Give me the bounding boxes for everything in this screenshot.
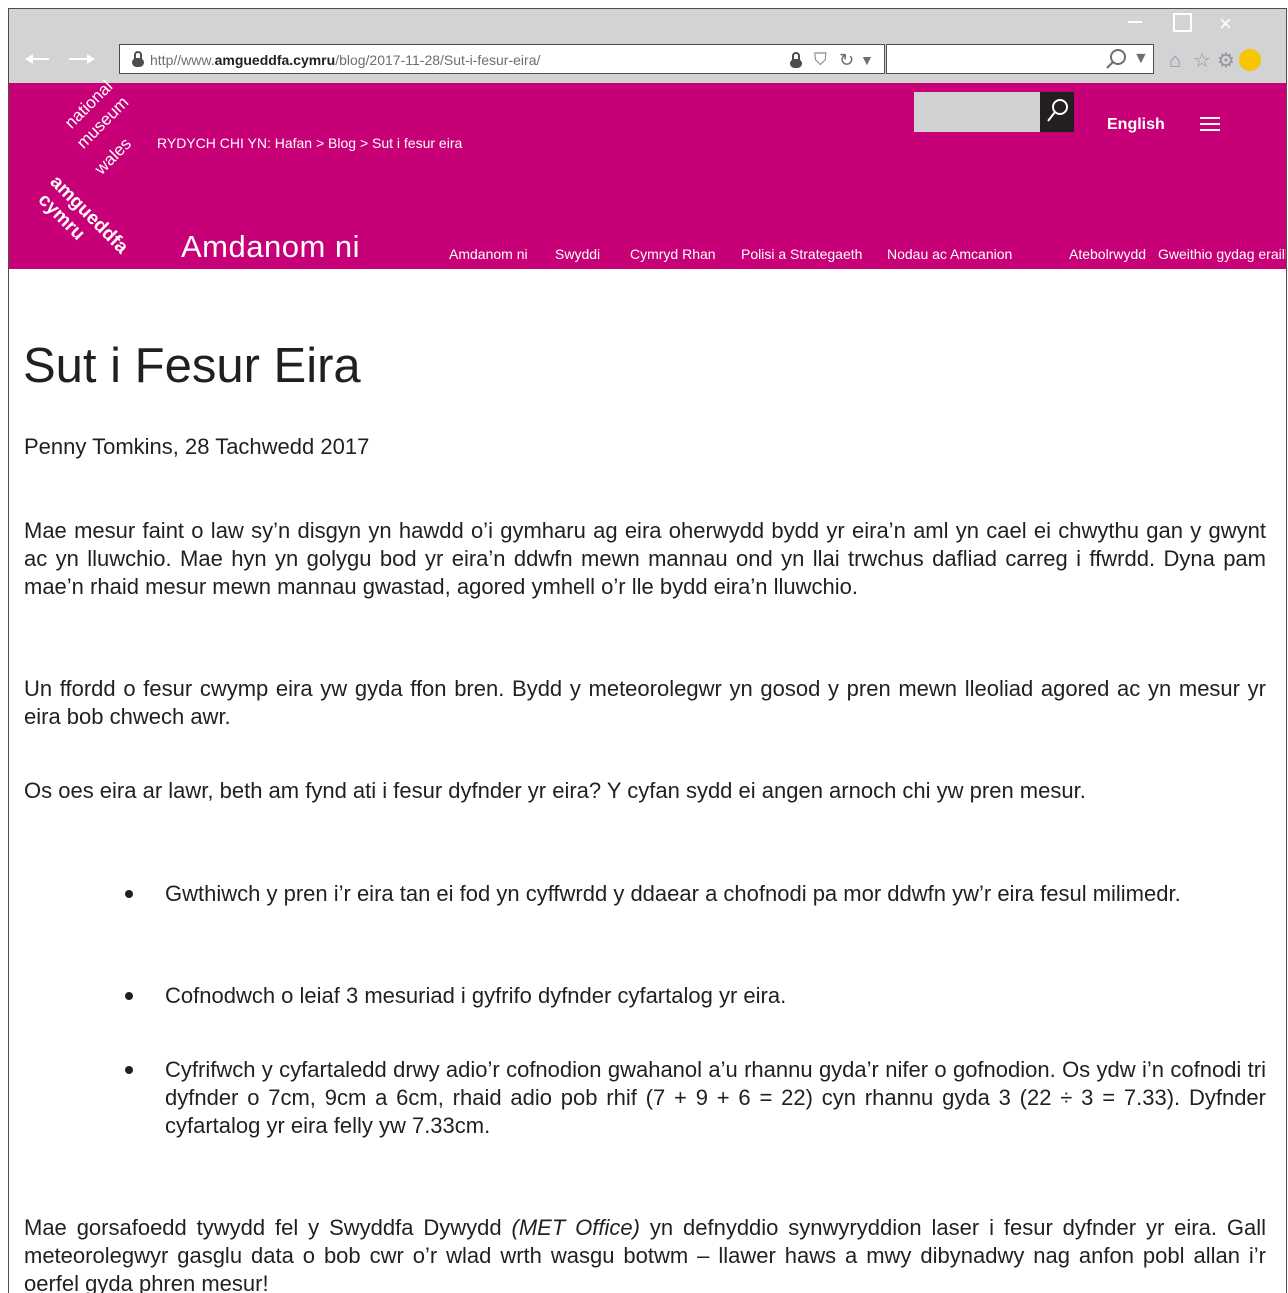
nav-link-polisi[interactable]: Polisi a Strategaeth (741, 246, 862, 262)
settings-gear-icon[interactable]: ⚙ (1217, 47, 1235, 75)
nav-link-amdanom-ni[interactable]: Amdanom ni (449, 246, 528, 262)
bullet-icon (125, 890, 133, 898)
list-item-text: Cyfrifwch y cyfartaledd drwy adio’r cofn… (165, 1057, 1266, 1138)
browser-toolbar: ⌂ ☆ ⚙ (1161, 47, 1286, 75)
paragraph-stick: Un ffordd o fesur cwymp eira yw gyda ffo… (24, 676, 1266, 729)
favorites-star-icon[interactable]: ☆ (1193, 47, 1211, 75)
dropdown-arrow-icon[interactable]: ▼ (860, 48, 874, 72)
list-item-text: Gwthiwch y pren i’r eira tan ei fod yn c… (165, 881, 1181, 906)
nav-link-swyddi[interactable]: Swyddi (555, 246, 600, 262)
byline: Penny Tomkins, 28 Tachwedd 2017 (24, 434, 370, 459)
language-toggle-link[interactable]: English (1107, 116, 1165, 134)
address-bar-icons: ⛉ ↻ ▼ (784, 48, 884, 72)
minimize-icon[interactable] (1128, 21, 1142, 23)
nav-link-nodau[interactable]: Nodau ac Amcanion (887, 246, 1012, 262)
nav-link-gweithio[interactable]: Gweithio gydag eraill (1158, 246, 1286, 262)
smiley-feedback-icon[interactable] (1239, 49, 1261, 71)
site-header: national museum wales amgueddfa cymru RY… (9, 77, 1286, 269)
lock-icon (132, 51, 144, 67)
security-lock-icon[interactable] (790, 52, 802, 68)
list-item-text: Cofnodwch o leiaf 3 mesuriad i gyfrifo d… (165, 983, 787, 1008)
search-icon[interactable] (1105, 48, 1127, 70)
menu-hamburger-icon[interactable] (1200, 117, 1220, 131)
museum-logo[interactable]: national museum wales amgueddfa cymru (17, 77, 157, 258)
browser-search-bar[interactable]: ▼ (886, 44, 1154, 74)
page-title: Sut i Fesur Eira (23, 339, 361, 393)
site-search-input[interactable] (914, 92, 1040, 132)
section-nav: Amdanom ni Swyddi Cymryd Rhan Polisi a S… (449, 246, 1286, 266)
url-text[interactable]: http//www.amgueddfa.cymru/blog/2017-11-2… (150, 52, 540, 68)
search-dropdown-icon[interactable]: ▼ (1133, 50, 1149, 68)
forward-arrow-icon[interactable] (67, 51, 97, 67)
maximize-icon[interactable] (1173, 13, 1192, 32)
back-arrow-icon[interactable] (23, 51, 53, 67)
breadcrumb: RYDYCH CHI YN: Hafan > Blog > Sut i fesu… (157, 135, 463, 151)
section-title: Amdanom ni (181, 229, 361, 264)
bullet-icon (125, 992, 133, 1000)
nav-link-cymryd-rhan[interactable]: Cymryd Rhan (630, 246, 716, 262)
nav-link-atebolrwydd[interactable]: Atebolrwydd (1069, 246, 1146, 262)
compatibility-icon[interactable]: ⛉ (814, 48, 827, 72)
site-search-button[interactable] (1040, 92, 1074, 132)
paragraph-laser: Mae gorsafoedd tywydd fel y Swyddfa Dywy… (24, 1215, 1266, 1293)
address-bar[interactable]: http//www.amgueddfa.cymru/blog/2017-11-2… (119, 44, 885, 74)
window-controls: × (1126, 9, 1286, 39)
home-icon[interactable]: ⌂ (1169, 47, 1181, 75)
refresh-icon[interactable]: ↻ (839, 48, 854, 72)
paragraph-intro: Mae mesur faint o law sy’n disgyn yn haw… (24, 518, 1266, 599)
paragraph-ruler: Os oes eira ar lawr, beth am fynd ati i … (24, 778, 1086, 803)
browser-window: × http//www.amgueddfa.cymru/blog/2017-11… (8, 8, 1287, 1293)
search-icon (1047, 99, 1068, 122)
close-icon[interactable]: × (1219, 9, 1232, 39)
bullet-icon (125, 1066, 133, 1074)
browser-chrome: × http//www.amgueddfa.cymru/blog/2017-11… (9, 9, 1286, 83)
